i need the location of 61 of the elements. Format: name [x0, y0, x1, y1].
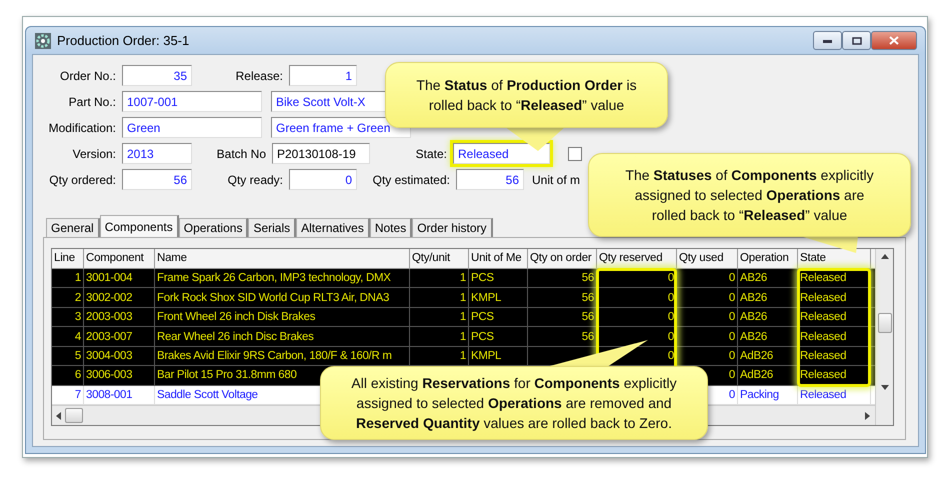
table-cell: 0	[677, 268, 738, 288]
table-cell: AB26	[738, 308, 798, 326]
table-cell: 56	[528, 327, 597, 346]
table-cell: 1	[410, 308, 469, 326]
table-cell: Rear Wheel 26 inch Disc Brakes	[155, 327, 410, 346]
table-cell: KMPL	[469, 346, 528, 366]
field-label: Unit of m	[532, 172, 580, 186]
table-cell: 3004-003	[84, 346, 155, 366]
table-cell: 2	[52, 288, 84, 307]
field-label: Qty ordered:	[48, 172, 117, 186]
field-label: Order No.:	[58, 68, 117, 82]
table-cell: Frame Spark 26 Carbon, IMP3 technology, DMX	[155, 268, 410, 288]
table-cell: 1	[410, 288, 469, 307]
table-cell: 0	[677, 308, 738, 326]
table-cell: PCS	[469, 308, 528, 326]
table-cell: 2003-007	[84, 327, 155, 346]
table-cell: 3001-004	[84, 268, 155, 288]
table-cell: 0	[677, 346, 738, 366]
field-label: State:	[414, 146, 448, 160]
table-cell: AB26	[738, 268, 798, 288]
table-cell: Brakes Avid Elixir 9RS Carbon, 180/F & 160/R m	[155, 346, 410, 366]
table-cell: 1	[410, 327, 469, 346]
table-cell: Fork Rock Shox SID World Cup RLT3 Air, DNA3	[155, 288, 410, 307]
table-cell: 2003-003	[84, 308, 155, 326]
table-cell: 3006-003	[84, 366, 155, 385]
table-cell: KMPL	[469, 288, 528, 307]
table-cell: 56	[528, 268, 597, 288]
callout-tooltip: The Statuses of Components explicitly assigned to selected Operations are rolled back to “Released” value	[588, 153, 911, 237]
field-label: Batch No	[216, 146, 267, 160]
field-label: Release:	[234, 68, 284, 82]
table-cell: Front Wheel 26 inch Disk Brakes	[155, 308, 410, 326]
field-label: Qty ready:	[226, 172, 284, 186]
table-cell: 6	[52, 366, 84, 385]
table-cell: Released	[798, 366, 871, 385]
table-cell: Packing	[738, 386, 798, 404]
field-label: Qty estimated:	[372, 172, 451, 186]
field-label: Version:	[72, 146, 117, 160]
table-cell: 5	[52, 346, 84, 366]
table-cell: 0	[677, 327, 738, 346]
table-cell: 3	[52, 308, 84, 326]
table-cell: PCS	[469, 327, 528, 346]
table-cell: PCS	[469, 268, 528, 288]
table-cell: AB26	[738, 327, 798, 346]
window-title: Production Order: 35-1	[57, 33, 190, 48]
table-cell: 56	[528, 288, 597, 307]
table-cell: 1	[52, 268, 84, 288]
table-cell: 3008-001	[84, 386, 155, 404]
table-cell: Released	[798, 386, 871, 404]
table-cell: 56	[528, 308, 597, 326]
callout-tooltip: All existing Reservations for Components explicitly assigned to selected Operations are removed and Reserved Quantity values are rolled back to Zero.	[320, 366, 708, 440]
table-cell: 3002-002	[84, 288, 155, 307]
table-cell: AB26	[738, 288, 798, 307]
table-cell: 0	[677, 288, 738, 307]
table-cell: 1	[410, 346, 469, 366]
table-cell: AdB26	[738, 346, 798, 366]
field-label: Part No.:	[68, 94, 117, 108]
table-cell: 1	[410, 268, 469, 288]
table-cell: 4	[52, 327, 84, 346]
field-label: Modification:	[48, 120, 117, 134]
table-cell: AdB26	[738, 366, 798, 385]
table-cell: 7	[52, 386, 84, 404]
